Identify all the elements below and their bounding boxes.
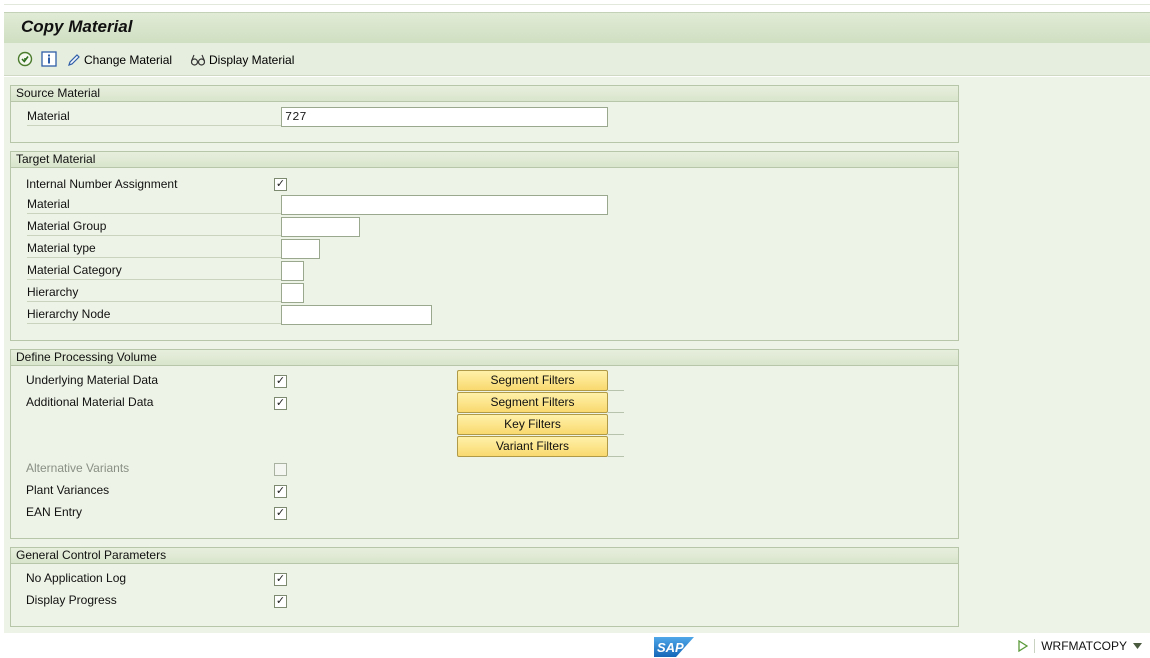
divider <box>608 456 624 457</box>
field-label: Alternative Variants <box>26 461 130 475</box>
divider <box>608 390 624 391</box>
field-label: Material <box>27 195 281 214</box>
no-application-log-checkbox[interactable]: ✓ <box>274 573 287 586</box>
svg-text:SAP: SAP <box>657 640 684 655</box>
top-divider <box>4 4 1150 5</box>
application-toolbar: Change Material Display Material <box>4 43 1150 76</box>
plant-variances-row: Plant Variances ✓ <box>11 481 958 503</box>
source-material-group: Source Material Material 727 <box>10 85 959 143</box>
glasses-icon <box>190 54 206 66</box>
group-header: Target Material <box>11 152 958 168</box>
material-category-input[interactable] <box>281 261 304 281</box>
divider <box>608 434 624 435</box>
field-label: EAN Entry <box>26 505 83 519</box>
target-material-row: Material <box>11 195 958 217</box>
title-bar: Copy Material <box>4 12 1150 43</box>
group-header: General Control Parameters <box>11 548 958 564</box>
page-title: Copy Material <box>21 17 133 36</box>
variant-filters-button[interactable]: Variant Filters <box>457 436 608 457</box>
hierarchy-node-row: Hierarchy Node <box>11 305 958 327</box>
status-bar: SAP WRFMATCOPY <box>4 633 1150 658</box>
plant-variances-checkbox[interactable]: ✓ <box>274 485 287 498</box>
change-material-button[interactable]: Change Material <box>67 51 172 69</box>
material-category-row: Material Category <box>11 261 958 283</box>
hierarchy-input[interactable] <box>281 283 304 303</box>
field-label: Display Progress <box>26 593 117 607</box>
field-label: Material <box>27 107 281 126</box>
display-material-label: Display Material <box>209 53 295 67</box>
execute-icon[interactable] <box>17 51 33 67</box>
control-parameters-group: General Control Parameters No Applicatio… <box>10 547 959 627</box>
source-material-input[interactable]: 727 <box>281 107 608 127</box>
processing-volume-group: Define Processing Volume Underlying Mate… <box>10 349 959 539</box>
internal-number-checkbox[interactable]: ✓ <box>274 178 287 191</box>
field-label: Material type <box>27 239 281 258</box>
field-label: Hierarchy Node <box>27 305 281 324</box>
divider <box>1034 639 1036 653</box>
expand-arrow-icon[interactable] <box>1018 640 1029 652</box>
target-material-input[interactable] <box>281 195 608 215</box>
field-label: Material Group <box>27 217 281 236</box>
info-icon[interactable] <box>41 51 57 67</box>
underlying-data-checkbox[interactable]: ✓ <box>274 375 287 388</box>
hierarchy-row: Hierarchy <box>11 283 958 305</box>
segment-filters-button-2[interactable]: Segment Filters <box>457 392 608 413</box>
source-material-row: Material 727 <box>11 107 958 129</box>
field-label: Underlying Material Data <box>26 373 159 387</box>
display-progress-checkbox[interactable]: ✓ <box>274 595 287 608</box>
material-group-input[interactable] <box>281 217 360 237</box>
alternative-variants-checkbox <box>274 463 287 476</box>
field-label: Material Category <box>27 261 281 280</box>
field-label: Hierarchy <box>27 283 281 302</box>
hierarchy-node-input[interactable] <box>281 305 432 325</box>
chevron-down-icon[interactable] <box>1133 643 1142 649</box>
field-label: No Application Log <box>26 571 127 585</box>
additional-data-checkbox[interactable]: ✓ <box>274 397 287 410</box>
material-type-input[interactable] <box>281 239 320 259</box>
display-progress-row: Display Progress ✓ <box>11 591 958 613</box>
internal-number-row: Internal Number Assignment ✓ <box>11 175 958 197</box>
change-material-label: Change Material <box>84 53 173 67</box>
divider <box>608 412 624 413</box>
segment-filters-button-1[interactable]: Segment Filters <box>457 370 608 391</box>
sap-logo: SAP <box>654 637 694 657</box>
field-label: Plant Variances <box>26 483 110 497</box>
field-label: Internal Number Assignment <box>26 177 178 191</box>
target-material-group: Target Material Internal Number Assignme… <box>10 151 959 341</box>
field-label: Additional Material Data <box>26 395 154 409</box>
transaction-info: WRFMATCOPY <box>1018 639 1142 653</box>
no-application-log-row: No Application Log ✓ <box>11 569 958 591</box>
main-content: Source Material Material 727 Target Mate… <box>4 77 1150 633</box>
group-header: Define Processing Volume <box>11 350 958 366</box>
material-group-row: Material Group <box>11 217 958 239</box>
group-header: Source Material <box>11 86 958 102</box>
ean-entry-row: EAN Entry ✓ <box>11 503 958 525</box>
alternative-variants-row: Alternative Variants <box>11 459 958 481</box>
transaction-code: WRFMATCOPY <box>1041 639 1127 653</box>
pencil-icon <box>68 54 80 66</box>
display-material-button[interactable]: Display Material <box>190 51 294 69</box>
material-type-row: Material type <box>11 239 958 261</box>
key-filters-button[interactable]: Key Filters <box>457 414 608 435</box>
ean-entry-checkbox[interactable]: ✓ <box>274 507 287 520</box>
